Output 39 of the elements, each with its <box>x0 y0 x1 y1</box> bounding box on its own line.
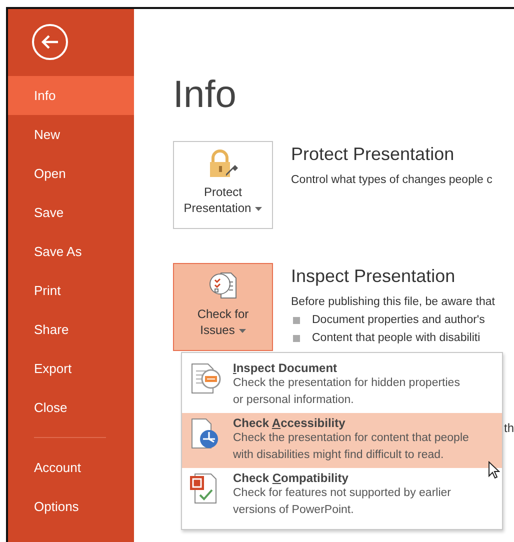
menu-item-title: Check Accessibility <box>233 416 346 430</box>
menu-item[interactable]: Inspect Document Check the presentation for hidden properties or personal information. <box>182 358 502 413</box>
sidebar-item[interactable]: Save <box>8 193 134 232</box>
bullet-text: Content that people with disabiliti <box>312 331 480 346</box>
lock-key-icon <box>207 148 239 180</box>
menu-item-description: Check the presentation for content that people with disabilities might find difficult to read. <box>233 431 470 463</box>
menu-item-title: Inspect Document <box>233 361 338 375</box>
sidebar-item[interactable]: Info <box>8 76 134 115</box>
document-inspect-icon <box>189 361 223 395</box>
sidebar-item[interactable]: New <box>8 115 134 154</box>
menu-item-description: Check for features not supported by earlier versions of PowerPoint. <box>233 486 452 518</box>
partial-text: th <box>504 421 514 435</box>
sidebar-item[interactable]: Account <box>8 448 134 487</box>
sidebar-item[interactable]: Print <box>8 271 134 310</box>
section-description: Before publishing this file, be aware that <box>291 295 495 310</box>
mouse-cursor-icon <box>488 461 500 479</box>
dropdown-caret-icon <box>255 206 262 211</box>
section-description: Control what types of changes people c <box>291 173 492 188</box>
dropdown-caret-icon <box>238 328 246 333</box>
sidebar-item[interactable]: Open <box>8 154 134 193</box>
sidebar-item[interactable]: Save As <box>8 232 134 271</box>
sidebar-item[interactable]: Options <box>8 487 134 526</box>
section-button[interactable]: Check for Issues <box>173 263 273 351</box>
bullet-text: Document properties and author's <box>312 313 485 328</box>
sidebar-item[interactable]: Export <box>8 349 134 388</box>
sidebar-item[interactable]: Close <box>8 388 134 427</box>
sidebar-item[interactable]: Share <box>8 310 134 349</box>
section-title: Inspect Presentation <box>291 266 456 287</box>
menu-item[interactable]: Check Accessibility Check the presentation for content that people with disabilities might find difficult to read. <box>182 413 502 468</box>
back-button[interactable] <box>32 24 68 60</box>
back-arrow-icon <box>41 35 59 49</box>
menu-item[interactable]: Check Compatibility Check for features not supported by earlier versions of PowerPoint. <box>182 468 502 523</box>
menu-item-title: Check Compatibility <box>233 471 350 485</box>
section-title: Protect Presentation <box>291 144 456 165</box>
bullet-icon <box>293 316 300 324</box>
menu-item-description: Check the presentation for hidden properties or personal information. <box>233 376 461 408</box>
page-title: Info <box>173 73 238 117</box>
section-button[interactable]: Protect Presentation <box>173 141 273 229</box>
bullet-icon <box>293 334 300 342</box>
